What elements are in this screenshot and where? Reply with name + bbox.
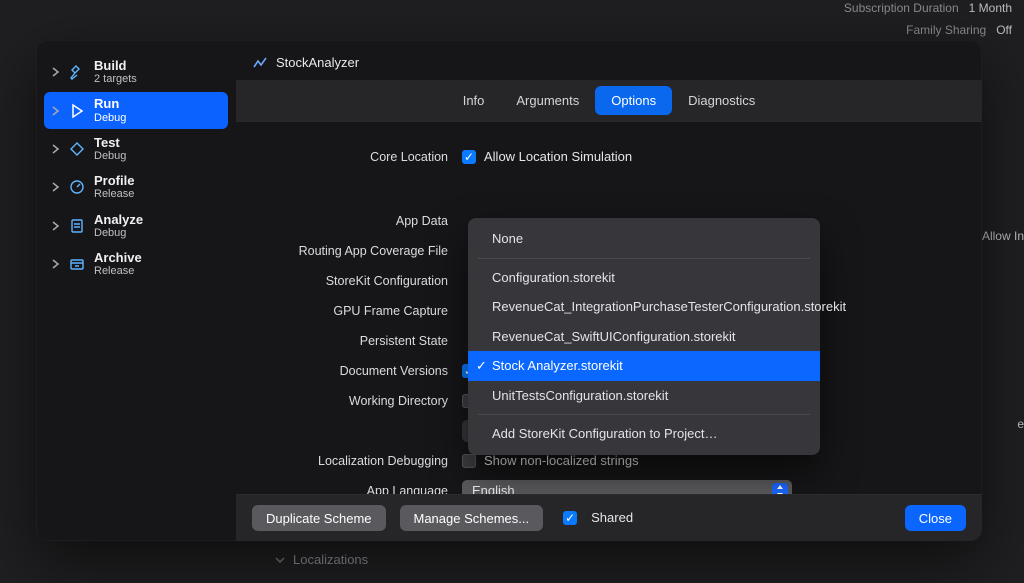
sidebar-item-sub: Release: [94, 265, 142, 277]
chevron-down-icon: [275, 555, 285, 565]
diamond-icon: [68, 140, 86, 158]
bg-value: 1 Month: [969, 0, 1012, 16]
sidebar-item-sub: Release: [94, 188, 134, 200]
close-button[interactable]: Close: [905, 505, 966, 531]
updown-icon: [772, 483, 788, 494]
checkbox-label: Allow Location Simulation: [484, 148, 632, 166]
label-persistent-state: Persistent State: [246, 333, 462, 350]
label-document-versions: Document Versions: [246, 363, 462, 380]
tab-options[interactable]: Options: [595, 86, 672, 116]
duplicate-scheme-button[interactable]: Duplicate Scheme: [252, 505, 386, 531]
sidebar-item-sub: Debug: [94, 150, 126, 162]
sidebar-item-profile[interactable]: ProfileRelease: [44, 169, 228, 205]
tab-arguments[interactable]: Arguments: [500, 86, 595, 116]
label-app-data: App Data: [246, 213, 462, 230]
background-inspector-rows: Subscription Duration 1 Month Family Shar…: [0, 0, 1024, 40]
sidebar-item-run[interactable]: RunDebug: [44, 92, 228, 128]
label-localization-debugging: Localization Debugging: [246, 453, 462, 470]
checkbox-allow-location-simulation[interactable]: ✓: [462, 150, 476, 164]
manage-schemes-button[interactable]: Manage Schemes...: [400, 505, 544, 531]
sidebar-item-sub: 2 targets: [94, 73, 137, 85]
label-core-location: Core Location: [246, 149, 462, 166]
gauge-icon: [68, 178, 86, 196]
dropdown-divider: [478, 414, 810, 415]
options-form: Core Location ✓ Allow Location Simulatio…: [236, 122, 982, 494]
dropdown-divider: [478, 258, 810, 259]
tab-info[interactable]: Info: [447, 86, 501, 116]
scheme-editor-sheet: Build2 targets RunDebug TestDebug Profil…: [36, 40, 982, 541]
dropdown-item[interactable]: ✓RevenueCat_SwiftUIConfiguration.storeki…: [468, 322, 820, 352]
scheme-sidebar: Build2 targets RunDebug TestDebug Profil…: [36, 40, 236, 541]
sidebar-item-title: Build: [94, 59, 137, 73]
sidebar-item-title: Run: [94, 97, 126, 111]
storekit-config-dropdown[interactable]: ✓None ✓Configuration.storekit ✓RevenueCa…: [468, 218, 820, 455]
label-gpu-frame-capture: GPU Frame Capture: [246, 303, 462, 320]
dropdown-item-add[interactable]: ✓Add StoreKit Configuration to Project…: [468, 419, 820, 449]
sidebar-item-build[interactable]: Build2 targets: [44, 54, 228, 90]
select-value: English: [472, 482, 515, 494]
sidebar-item-analyze[interactable]: AnalyzeDebug: [44, 208, 228, 244]
sidebar-item-sub: Debug: [94, 112, 126, 124]
scheme-name: StockAnalyzer: [276, 54, 359, 72]
sidebar-item-archive[interactable]: ArchiveRelease: [44, 246, 228, 282]
shared-label: Shared: [591, 509, 633, 527]
bg-label: Family Sharing: [906, 22, 986, 38]
tab-diagnostics[interactable]: Diagnostics: [672, 86, 771, 116]
label-routing-coverage: Routing App Coverage File: [246, 243, 462, 260]
background-localizations-row[interactable]: Localizations: [275, 551, 368, 569]
sidebar-item-title: Analyze: [94, 213, 143, 227]
localizations-label: Localizations: [293, 551, 368, 569]
scheme-titlebar: StockAnalyzer: [236, 40, 982, 80]
sidebar-item-title: Profile: [94, 174, 134, 188]
box-icon: [68, 255, 86, 273]
play-icon: [68, 102, 86, 120]
checkbox-show-nonlocalized[interactable]: ✓: [462, 454, 476, 468]
disclosure-icon: [52, 67, 60, 77]
disclosure-icon: [52, 106, 60, 116]
bg-side-text: Allow In: [982, 228, 1024, 244]
bg-side-text: e: [1017, 416, 1024, 432]
disclosure-icon: [52, 259, 60, 269]
sheet-bottom-bar: Duplicate Scheme Manage Schemes... ✓ Sha…: [236, 494, 982, 541]
label-app-language: App Language: [246, 483, 462, 494]
bg-label: Subscription Duration: [844, 0, 959, 16]
sidebar-item-sub: Debug: [94, 227, 143, 239]
scheme-app-icon: [252, 55, 268, 71]
dropdown-item[interactable]: ✓UnitTestsConfiguration.storekit: [468, 381, 820, 411]
checkbox-label: Show non-localized strings: [484, 452, 639, 470]
dropdown-item[interactable]: ✓Configuration.storekit: [468, 263, 820, 293]
sidebar-item-title: Test: [94, 136, 126, 150]
scheme-main-panel: StockAnalyzer Info Arguments Options Dia…: [236, 40, 982, 541]
hammer-icon: [68, 63, 86, 81]
sidebar-item-test[interactable]: TestDebug: [44, 131, 228, 167]
bg-value: Off: [996, 22, 1012, 38]
dropdown-item-selected[interactable]: ✓Stock Analyzer.storekit: [468, 351, 820, 381]
shared-checkbox[interactable]: ✓: [563, 511, 577, 525]
doc-icon: [68, 217, 86, 235]
dropdown-item[interactable]: ✓None: [468, 224, 820, 254]
app-language-select[interactable]: English: [462, 480, 792, 494]
dropdown-item[interactable]: ✓RevenueCat_IntegrationPurchaseTesterCon…: [468, 292, 820, 322]
disclosure-icon: [52, 182, 60, 192]
scheme-tabs: Info Arguments Options Diagnostics: [236, 80, 982, 123]
sidebar-item-title: Archive: [94, 251, 142, 265]
label-working-directory: Working Directory: [246, 393, 462, 410]
label-storekit-config: StoreKit Configuration: [246, 273, 462, 290]
disclosure-icon: [52, 221, 60, 231]
disclosure-icon: [52, 144, 60, 154]
